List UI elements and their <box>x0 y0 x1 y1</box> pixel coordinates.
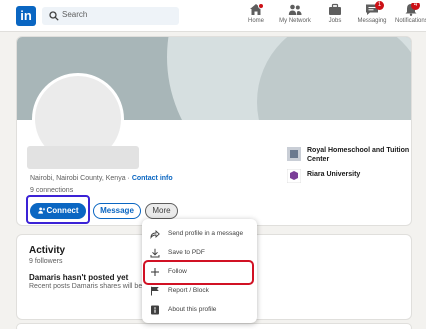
menu-item-send-profile[interactable]: Send profile in a message <box>142 225 257 245</box>
connect-button[interactable]: Connect <box>30 203 86 219</box>
nav-label-my-network: My Network <box>279 18 311 24</box>
linkedin-logo[interactable]: in <box>16 6 36 26</box>
flag-icon <box>151 286 159 296</box>
my-network-icon <box>288 4 302 15</box>
menu-label-send-profile: Send profile in a message <box>168 230 244 237</box>
message-button[interactable]: Message <box>93 203 141 219</box>
notifications-badge: 4 <box>411 3 420 10</box>
download-icon <box>150 248 160 258</box>
activity-subtext: Recent posts Damaris shares will be <box>29 283 143 290</box>
nav-label-messaging: Messaging <box>357 18 387 24</box>
menu-label-report-block: Report / Block <box>168 287 209 294</box>
profile-location-line: Nairobi, Nairobi County, Kenya · Contact… <box>30 175 173 182</box>
nav-label-notifications: Notifications <box>395 18 426 24</box>
nav-label-jobs: Jobs <box>328 18 342 24</box>
info-icon <box>151 305 159 315</box>
education-name-1: Royal Homeschool and Tuition Center <box>307 147 410 163</box>
profile-name-redacted <box>27 146 139 169</box>
school-logo <box>287 147 301 161</box>
nav-item-jobs[interactable]: Jobs <box>323 3 347 30</box>
nav-item-home[interactable]: Home <box>244 3 268 30</box>
search-input[interactable]: Search <box>42 7 179 25</box>
activity-headline: Damaris hasn't posted yet <box>29 273 129 282</box>
home-notification-dot <box>258 3 264 9</box>
menu-label-save-pdf: Save to PDF <box>168 249 205 256</box>
profile-card: Nairobi, Nairobi County, Kenya · Contact… <box>16 36 412 226</box>
nav-item-notifications[interactable]: 4 Notifications <box>395 3 426 30</box>
profile-location: Nairobi, Nairobi County, Kenya <box>30 175 126 182</box>
follow-highlight-box <box>143 260 254 285</box>
followers-count: 9 followers <box>29 258 63 265</box>
connections-count[interactable]: 9 connections <box>30 187 73 194</box>
search-icon <box>49 11 59 21</box>
activity-title: Activity <box>29 245 66 256</box>
share-arrow-icon <box>150 229 160 239</box>
nav-label-home: Home <box>247 18 264 24</box>
next-section-card <box>16 323 412 329</box>
contact-info-link[interactable]: Contact info <box>132 175 173 182</box>
search-placeholder: Search <box>62 10 88 19</box>
add-person-icon <box>37 207 45 214</box>
nav-item-my-network[interactable]: My Network <box>276 3 314 30</box>
menu-item-report-block[interactable]: Report / Block <box>142 282 257 302</box>
university-logo <box>287 169 301 183</box>
nav-item-messaging[interactable]: 1 Messaging <box>356 1 388 30</box>
menu-item-about-profile[interactable]: About this profile <box>142 301 257 321</box>
connect-label: Connect <box>46 206 79 215</box>
education-name-2: Riara University <box>307 171 361 178</box>
messaging-badge: 1 <box>375 1 384 10</box>
jobs-icon <box>329 3 341 15</box>
top-navigation-bar: in Search Home My Network Jobs 1 Messagi… <box>0 0 426 32</box>
menu-label-about-profile: About this profile <box>168 306 217 313</box>
more-button[interactable]: More <box>145 203 178 219</box>
banner-shape-inner <box>257 37 411 120</box>
